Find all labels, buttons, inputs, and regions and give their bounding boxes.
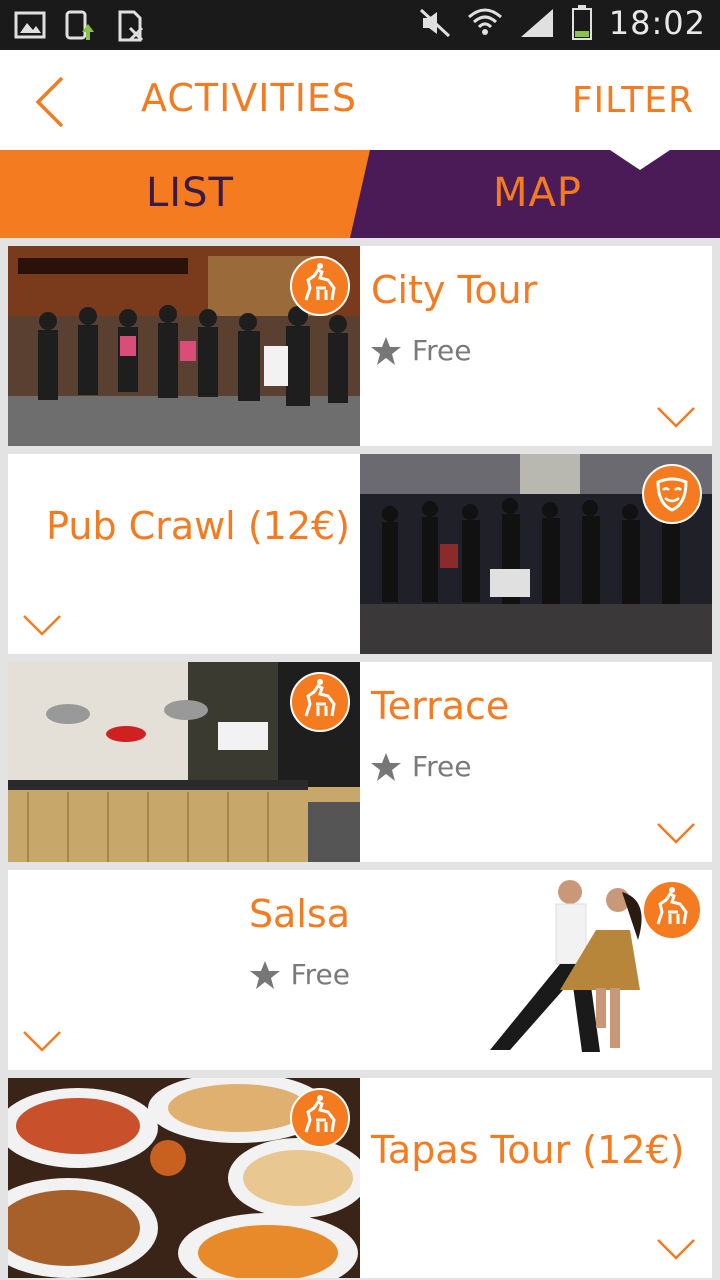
activity-card-terrace[interactable]: Terrace Free — [8, 662, 712, 862]
theater-mask-icon — [642, 464, 702, 524]
status-time: 18:02 — [608, 4, 706, 42]
chevron-left-icon — [35, 76, 64, 128]
signal-icon — [519, 7, 555, 39]
horse-rider-icon — [290, 672, 350, 732]
no-sim-icon — [116, 10, 146, 42]
activity-title: Pub Crawl (12€) — [46, 504, 350, 548]
activity-card-pub-crawl[interactable]: Pub Crawl (12€) — [8, 454, 712, 654]
activity-title: Salsa — [248, 892, 350, 936]
activity-price: Free — [370, 334, 471, 367]
price-label: Free — [290, 958, 350, 991]
gallery-icon — [14, 10, 46, 42]
price-label: Free — [412, 334, 472, 367]
app-header: ACTIVITIES FILTER — [0, 50, 720, 150]
activity-card-city-tour[interactable]: City Tour Free — [8, 246, 712, 446]
tab-list-label: LIST — [146, 170, 234, 216]
tab-indicator — [610, 150, 670, 170]
chevron-down-icon[interactable] — [22, 614, 62, 636]
activity-title: Tapas Tour (12€) — [371, 1128, 685, 1172]
back-button[interactable] — [30, 74, 70, 130]
page-title: ACTIVITIES — [141, 76, 358, 120]
activity-title: Terrace — [371, 684, 510, 728]
status-bar: 18:02 — [0, 0, 720, 50]
price-label: Free — [412, 750, 472, 783]
wifi-icon — [467, 7, 503, 39]
horse-rider-icon — [642, 880, 702, 940]
phone-update-icon — [64, 10, 98, 42]
mute-icon — [419, 8, 451, 38]
horse-rider-icon — [290, 1088, 350, 1148]
horse-rider-icon — [290, 256, 350, 316]
tab-map-label: MAP — [493, 170, 582, 216]
star-icon — [371, 752, 401, 781]
chevron-down-icon[interactable] — [22, 1030, 62, 1052]
activity-card-tapas-tour[interactable]: Tapas Tour (12€) — [8, 1078, 712, 1278]
activity-card-salsa[interactable]: Salsa Free — [8, 870, 712, 1070]
filter-button[interactable]: FILTER — [572, 80, 694, 121]
tab-list[interactable]: LIST — [0, 150, 370, 238]
battery-icon — [571, 5, 593, 41]
star-icon — [371, 336, 401, 365]
chevron-down-icon[interactable] — [656, 1238, 696, 1260]
activity-title: City Tour — [371, 268, 538, 312]
activity-price: Free — [370, 750, 471, 783]
activity-price: Free — [249, 958, 350, 991]
star-icon — [249, 960, 280, 989]
chevron-down-icon[interactable] — [656, 406, 696, 428]
chevron-down-icon[interactable] — [656, 822, 696, 844]
